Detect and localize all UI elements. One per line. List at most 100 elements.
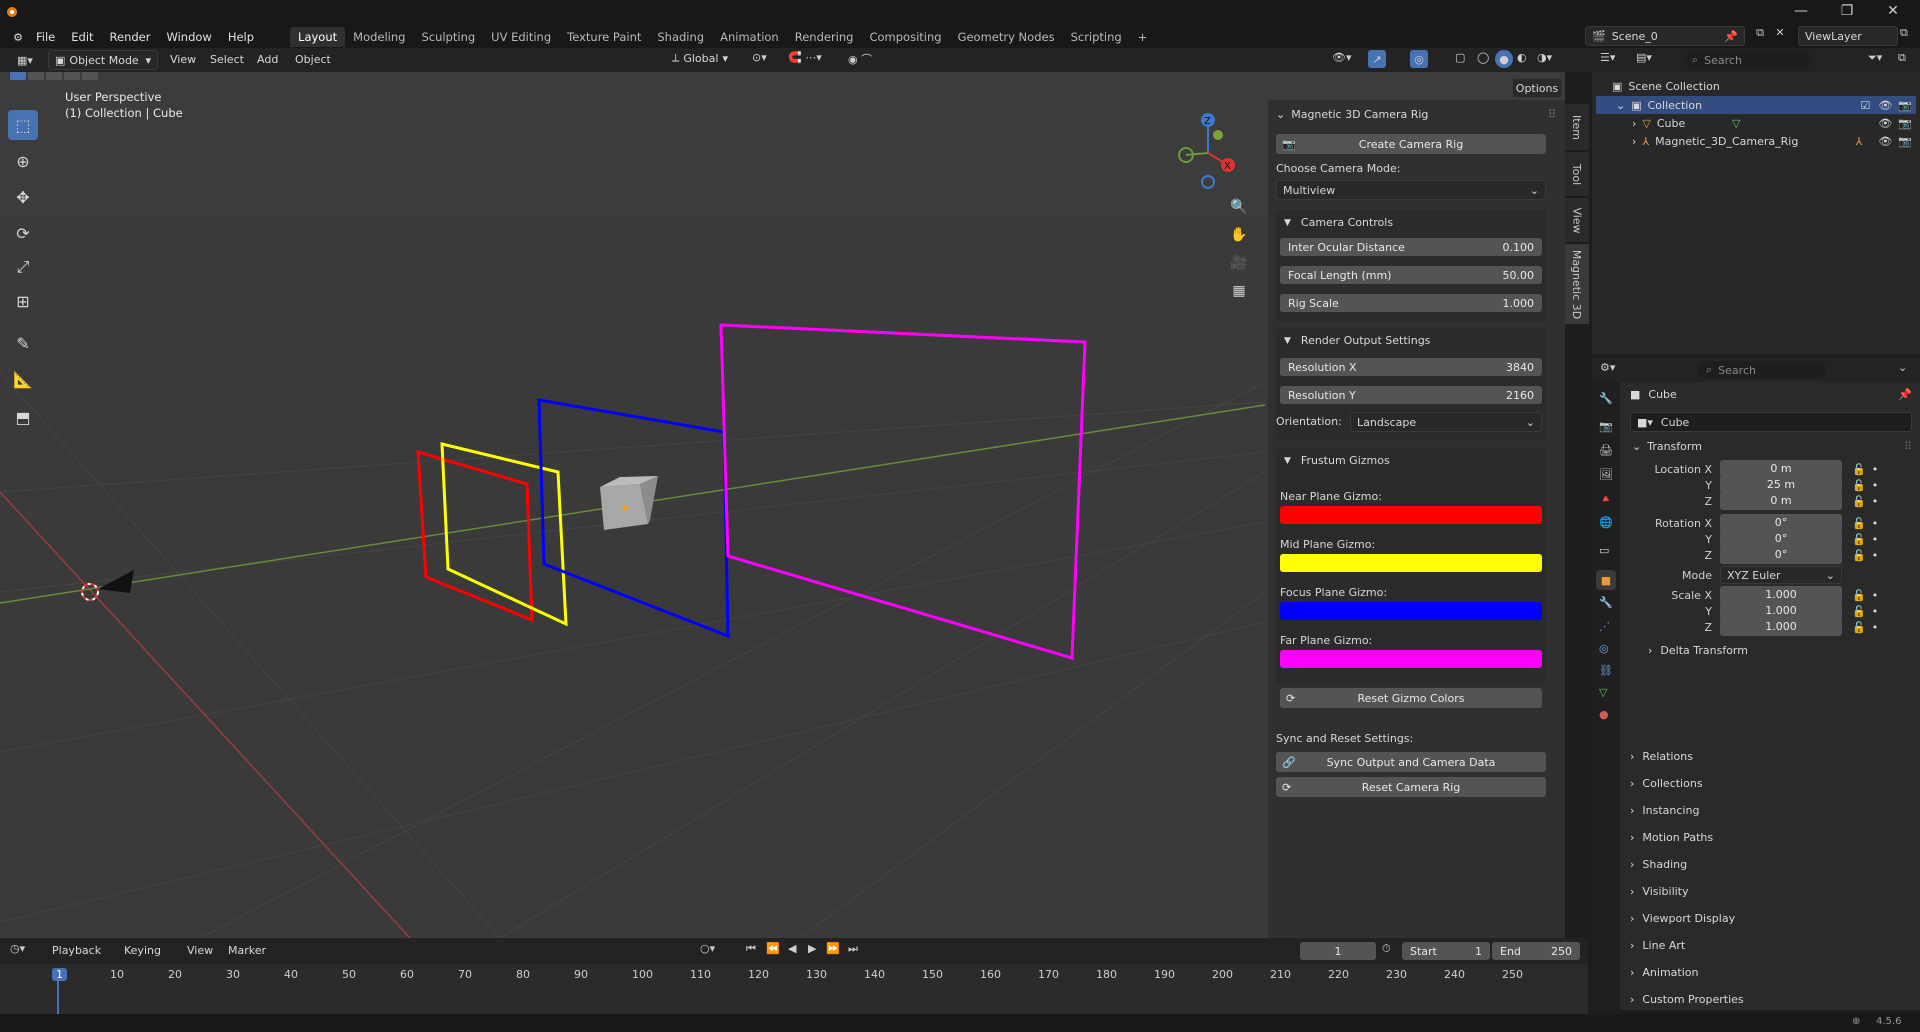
- maximize-icon[interactable]: ❐: [1824, 0, 1870, 22]
- menu-help[interactable]: Help: [220, 30, 262, 44]
- eye-icon[interactable]: 👁: [1878, 135, 1892, 148]
- timeline-menu-view[interactable]: View: [187, 944, 213, 957]
- tab-rendering[interactable]: Rendering: [787, 27, 862, 47]
- new-view-layer-icon[interactable]: ⧉: [1900, 26, 1918, 46]
- navigation-gizmo[interactable]: Z X: [1168, 110, 1238, 192]
- sync-output-camera-button[interactable]: 🔗 Sync Output and Camera Data: [1276, 752, 1546, 772]
- focal-length-field[interactable]: Focal Length (mm) 50.00: [1280, 266, 1542, 284]
- pivot-icon[interactable]: ⊙▾: [752, 51, 767, 64]
- keyframe-dot-icon[interactable]: •: [1872, 621, 1879, 634]
- end-frame-field[interactable]: End 250: [1492, 942, 1580, 960]
- keyframe-dot-icon[interactable]: •: [1872, 463, 1879, 476]
- section-shading[interactable]: › Shading: [1630, 854, 1908, 874]
- output-properties-icon[interactable]: 🖨: [1599, 444, 1613, 457]
- tab-texture-paint[interactable]: Texture Paint: [559, 27, 649, 47]
- menu-window[interactable]: Window: [158, 30, 219, 44]
- viewport-menu-add[interactable]: Add: [257, 53, 278, 66]
- resolution-x-field[interactable]: Resolution X 3840: [1280, 358, 1542, 376]
- reset-gizmo-colors-button[interactable]: ⟳ Reset Gizmo Colors: [1280, 688, 1542, 708]
- object-name-field[interactable]: ■▾ Cube: [1630, 412, 1912, 432]
- section-relations[interactable]: › Relations: [1630, 746, 1908, 766]
- location-z-field[interactable]: 0 m: [1720, 492, 1842, 510]
- keyframe-dot-icon[interactable]: •: [1872, 605, 1879, 618]
- menu-render[interactable]: Render: [102, 30, 159, 44]
- lock-icon[interactable]: 🔓: [1852, 517, 1866, 530]
- add-cube-tool-icon[interactable]: ⬒: [8, 402, 38, 432]
- scene-selector[interactable]: 🎬 Scene_0 📌: [1585, 26, 1745, 46]
- world-properties-icon[interactable]: 🌐: [1599, 516, 1613, 529]
- section-custom-properties[interactable]: › Custom Properties: [1630, 989, 1908, 1009]
- viewport-menu-select[interactable]: Select: [210, 53, 244, 66]
- properties-editor-icon[interactable]: ⚙▾: [1600, 361, 1615, 374]
- outliner-search-input[interactable]: ⌕ Search: [1684, 51, 1812, 69]
- camera-controls-header[interactable]: ▼ Camera Controls: [1284, 216, 1393, 229]
- close-icon[interactable]: ✕: [1870, 0, 1916, 22]
- scale-tool-icon[interactable]: ⤢: [8, 252, 38, 282]
- reset-camera-rig-button[interactable]: ⟳ Reset Camera Rig: [1276, 777, 1546, 797]
- camera-mode-dropdown[interactable]: Multiview ⌄: [1276, 180, 1546, 200]
- timeline-menu-playback[interactable]: Playback: [52, 944, 101, 957]
- transform-tool-icon[interactable]: ⊞: [8, 286, 38, 316]
- auto-keying-icon[interactable]: ○▾: [700, 942, 715, 955]
- next-keyframe-icon[interactable]: ⏩: [826, 942, 840, 955]
- section-animation[interactable]: › Animation: [1630, 962, 1908, 982]
- blender-menu-icon[interactable]: ⚙: [0, 31, 28, 44]
- tab-uv-editing[interactable]: UV Editing: [483, 27, 559, 47]
- section-instancing[interactable]: › Instancing: [1630, 800, 1908, 820]
- pin-icon[interactable]: 📌: [1724, 30, 1738, 43]
- particles-icon[interactable]: ⋰: [1599, 620, 1610, 633]
- create-camera-rig-button[interactable]: 📷 Create Camera Rig: [1276, 134, 1546, 154]
- keyframe-dot-icon[interactable]: •: [1872, 495, 1879, 508]
- display-mode-icon[interactable]: ▤▾: [1636, 51, 1652, 64]
- tab-layout[interactable]: Layout: [290, 27, 346, 47]
- jump-start-icon[interactable]: ⏮: [746, 942, 756, 956]
- outliner-item-cube[interactable]: › ▽ Cube ▽ 👁 📷: [1596, 114, 1916, 132]
- tab-compositing[interactable]: Compositing: [861, 27, 949, 47]
- resolution-y-field[interactable]: Resolution Y 2160: [1280, 386, 1542, 404]
- section-viewport-display[interactable]: › Viewport Display: [1630, 908, 1908, 928]
- outliner-editor-icon[interactable]: ☰▾: [1600, 51, 1615, 64]
- rotation-z-field[interactable]: 0°: [1720, 546, 1842, 564]
- chevron-down-icon[interactable]: ⌄: [1898, 361, 1907, 374]
- lock-icon[interactable]: 🔓: [1852, 605, 1866, 618]
- material-shading-icon[interactable]: ◐: [1517, 51, 1527, 64]
- section-collections[interactable]: › Collections: [1630, 773, 1908, 793]
- pin-icon[interactable]: 📌: [1898, 388, 1912, 401]
- rotation-mode-dropdown[interactable]: XYZ Euler ⌄: [1720, 566, 1842, 584]
- checkbox-icon[interactable]: ☑: [1860, 99, 1870, 112]
- keyframe-dot-icon[interactable]: •: [1872, 549, 1879, 562]
- viewport-menu-view[interactable]: View: [170, 53, 196, 66]
- proportional-edit-icon[interactable]: ◉ ⌒: [848, 51, 872, 67]
- tab-animation[interactable]: Animation: [712, 27, 787, 47]
- viewport-menu-object[interactable]: Object: [295, 53, 331, 66]
- rotate-tool-icon[interactable]: ⟳: [8, 218, 38, 248]
- measure-tool-icon[interactable]: 📐: [8, 364, 38, 394]
- delete-scene-icon[interactable]: ✕: [1770, 26, 1790, 46]
- mode-selector[interactable]: ▣ Object Mode ▾: [48, 50, 158, 70]
- tab-geometry-nodes[interactable]: Geometry Nodes: [950, 27, 1063, 47]
- section-line-art[interactable]: › Line Art: [1630, 935, 1908, 955]
- material-properties-icon[interactable]: ●: [1599, 708, 1609, 721]
- render-output-header[interactable]: ▼ Render Output Settings: [1284, 334, 1430, 347]
- overlay-toggle-icon[interactable]: ◎: [1410, 50, 1428, 68]
- visibility-icon[interactable]: 👁▾: [1332, 51, 1352, 64]
- keyframe-dot-icon[interactable]: •: [1872, 479, 1879, 492]
- properties-search-input[interactable]: ⌕ Search: [1698, 361, 1826, 379]
- rig-scale-field[interactable]: Rig Scale 1.000: [1280, 294, 1542, 312]
- addon-panel-header[interactable]: ⌄ Magnetic 3D Camera Rig ⠿: [1276, 108, 1556, 121]
- section-motion-paths[interactable]: › Motion Paths: [1630, 827, 1908, 847]
- start-frame-field[interactable]: Start 1: [1402, 942, 1490, 960]
- annotate-tool-icon[interactable]: ✎: [8, 328, 38, 358]
- tab-magnetic-3d[interactable]: Magnetic 3D: [1565, 244, 1589, 324]
- prev-keyframe-icon[interactable]: ⏪: [766, 942, 780, 955]
- collection-properties-icon[interactable]: ▭: [1599, 544, 1609, 557]
- add-workspace-button[interactable]: +: [1130, 27, 1156, 47]
- eye-icon[interactable]: 👁: [1878, 99, 1892, 112]
- scene-collection-row[interactable]: ▣ Scene Collection: [1612, 80, 1720, 93]
- timeline-editor-icon[interactable]: ◷▾: [10, 942, 25, 955]
- tab-sculpting[interactable]: Sculpting: [413, 27, 483, 47]
- new-scene-icon[interactable]: ⧉: [1750, 26, 1770, 46]
- tab-tool[interactable]: Tool: [1565, 152, 1589, 196]
- physics-icon[interactable]: ◎: [1599, 642, 1609, 655]
- select-subtract-icon[interactable]: [46, 72, 62, 80]
